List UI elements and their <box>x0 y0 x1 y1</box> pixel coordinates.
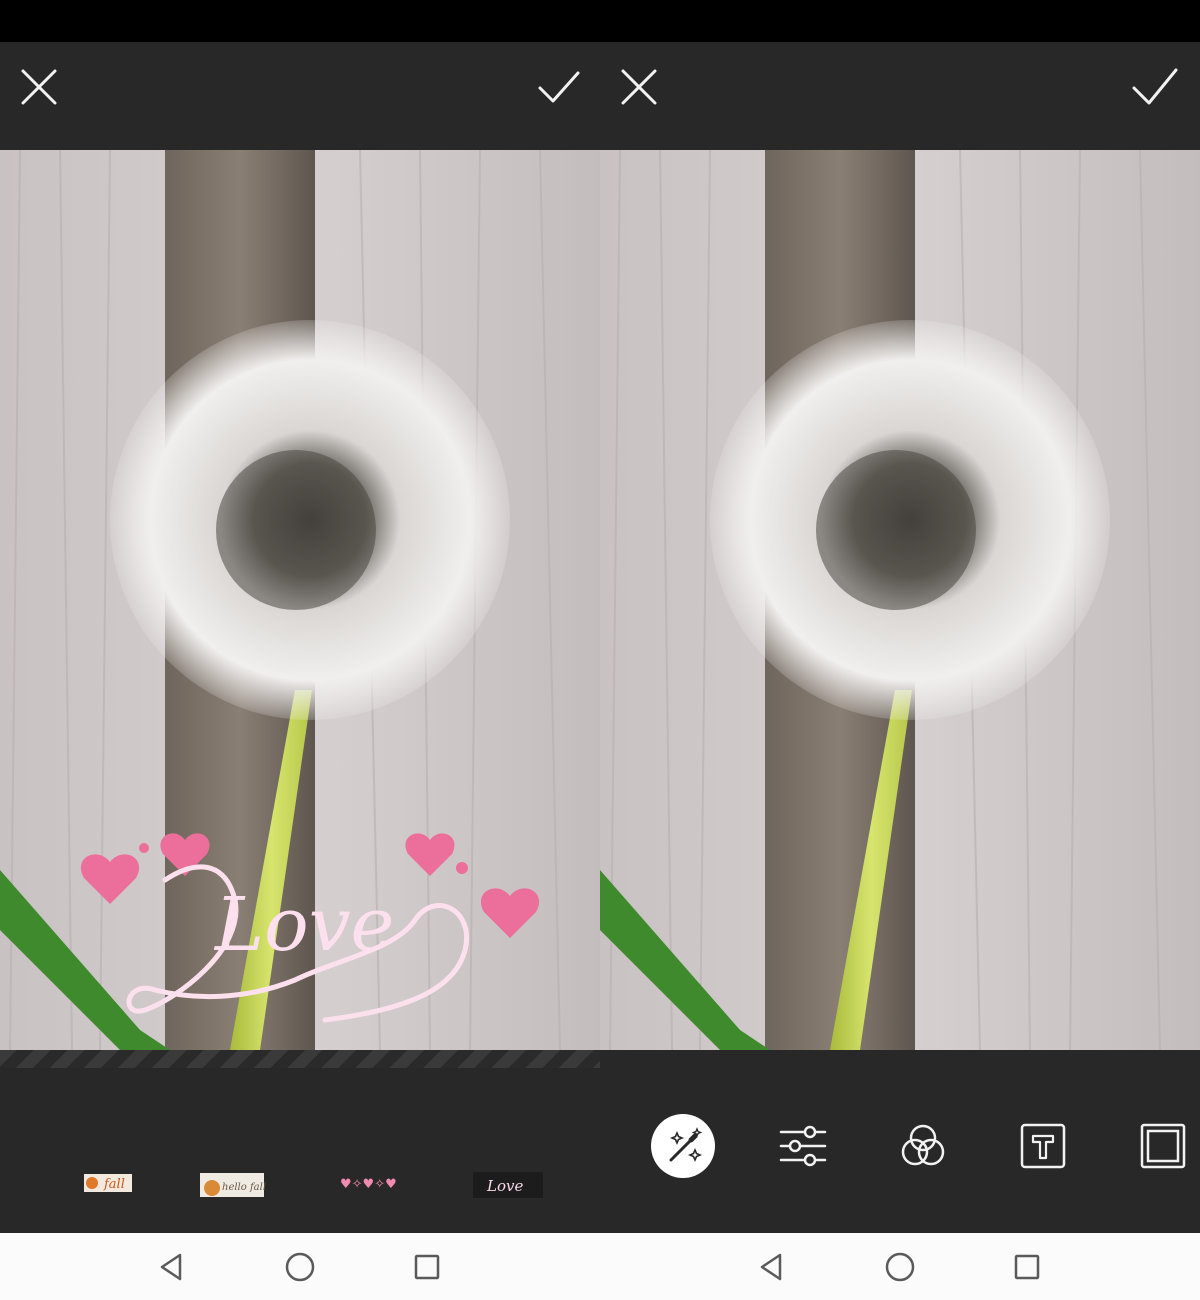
home-button[interactable] <box>282 1249 318 1285</box>
recents-square-icon <box>1014 1254 1040 1280</box>
dandelion-photo: Love <box>0 150 600 1050</box>
home-button[interactable] <box>882 1249 918 1285</box>
text-icon <box>1020 1123 1066 1169</box>
sticker-tray: fall hello fall ♥✧♥✧♥ Love <box>0 1162 600 1212</box>
main-editor-panel <box>600 42 1200 1233</box>
recents-square-icon <box>414 1254 440 1280</box>
home-circle-icon <box>885 1252 915 1282</box>
system-navigation-bar <box>0 1233 1200 1300</box>
photo-canvas[interactable] <box>600 150 1200 1050</box>
magic-wand-icon <box>651 1114 715 1178</box>
close-icon <box>21 69 57 105</box>
back-triangle-icon <box>760 1253 782 1281</box>
back-button[interactable] <box>754 1249 790 1285</box>
adjust-tool[interactable] <box>771 1114 835 1178</box>
sliders-icon <box>779 1125 827 1167</box>
color-circles-icon <box>901 1124 945 1166</box>
back-triangle-icon <box>160 1253 182 1281</box>
check-icon <box>1132 68 1178 105</box>
sticker-hearts-stars-thumbnail[interactable]: ♥✧♥✧♥ <box>338 1170 404 1204</box>
svg-text:hello fall: hello fall <box>222 1182 266 1193</box>
top-bar <box>600 42 1200 150</box>
frame-icon <box>1140 1123 1186 1169</box>
sticker-hello-fall-thumbnail[interactable]: hello fall <box>198 1170 266 1204</box>
sticker-editor-panel: Love fall hello fall ♥✧♥✧♥ Love <box>0 42 600 1233</box>
check-icon <box>538 71 580 103</box>
back-button[interactable] <box>154 1249 190 1285</box>
love-sticker-text: Love <box>213 882 394 968</box>
recents-button[interactable] <box>1009 1249 1045 1285</box>
sticker-fall-thumbnail[interactable]: fall <box>82 1170 134 1204</box>
editing-toolbar <box>600 1112 1200 1182</box>
close-button[interactable] <box>16 64 62 110</box>
top-bar <box>0 42 600 150</box>
filters-tool[interactable] <box>891 1114 955 1178</box>
recents-button[interactable] <box>409 1249 445 1285</box>
frame-tool[interactable] <box>1131 1114 1195 1178</box>
photo-canvas[interactable]: Love <box>0 150 600 1050</box>
magic-wand-tool[interactable] <box>651 1114 715 1178</box>
confirm-button[interactable] <box>536 64 582 110</box>
svg-text:Love: Love <box>486 1177 523 1195</box>
sticker-strip-divider <box>0 1050 600 1068</box>
dandelion-photo <box>600 150 1200 1050</box>
confirm-button[interactable] <box>1132 64 1178 110</box>
status-bar <box>0 0 1200 42</box>
svg-text:♥✧♥✧♥: ♥✧♥✧♥ <box>340 1177 397 1192</box>
svg-text:fall: fall <box>103 1177 125 1192</box>
close-icon <box>621 69 657 105</box>
close-button[interactable] <box>616 64 662 110</box>
sticker-love-thumbnail[interactable]: Love <box>473 1170 543 1204</box>
text-tool[interactable] <box>1011 1114 1075 1178</box>
home-circle-icon <box>285 1252 315 1282</box>
